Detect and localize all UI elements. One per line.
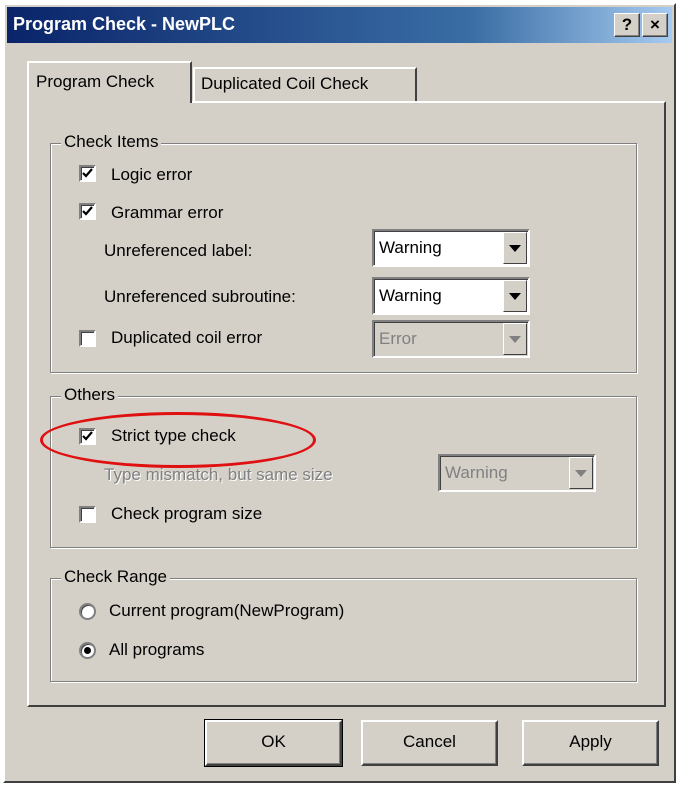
- unreferenced-subroutine-value: Warning: [379, 286, 442, 305]
- window-title: Program Check - NewPLC: [13, 14, 236, 34]
- grammar-error-label[interactable]: Grammar error: [111, 203, 223, 223]
- tab-program-check[interactable]: Program Check: [27, 61, 192, 103]
- all-programs-label[interactable]: All programs: [109, 640, 204, 660]
- duplicated-coil-value: Error: [379, 329, 417, 348]
- checkmark-icon: [82, 431, 93, 441]
- chevron-down-icon[interactable]: [503, 232, 527, 264]
- checkmark-icon: [82, 168, 93, 178]
- radio-selected-dot: [84, 647, 91, 654]
- radio-current-program[interactable]: [79, 603, 96, 620]
- check-items-legend: Check Items: [61, 132, 162, 152]
- type-mismatch-select: Warning: [438, 454, 596, 492]
- chevron-down-icon[interactable]: [503, 280, 527, 312]
- title-bar[interactable]: Program Check - NewPLC ? ×: [7, 7, 672, 43]
- current-program-label[interactable]: Current program(NewProgram): [109, 601, 344, 621]
- duplicated-coil-checkbox[interactable]: [79, 330, 96, 347]
- logic-error-checkbox[interactable]: [79, 165, 96, 182]
- duplicated-coil-label[interactable]: Duplicated coil error: [111, 328, 262, 348]
- close-button[interactable]: ×: [642, 13, 668, 37]
- chevron-down-icon: [503, 323, 527, 355]
- cancel-button[interactable]: Cancel: [361, 720, 498, 766]
- check-range-legend: Check Range: [61, 567, 171, 587]
- type-mismatch-value: Warning: [445, 463, 508, 482]
- ok-button[interactable]: OK: [204, 719, 343, 767]
- duplicated-coil-select: Error: [372, 320, 530, 358]
- type-mismatch-label: Type mismatch, but same size: [104, 465, 333, 484]
- program-size-label[interactable]: Check program size: [111, 504, 262, 524]
- checkmark-icon: [82, 206, 93, 216]
- grammar-error-checkbox[interactable]: [79, 203, 96, 220]
- apply-button[interactable]: Apply: [522, 720, 659, 766]
- others-legend: Others: [61, 385, 119, 405]
- radio-all-programs[interactable]: [79, 642, 96, 659]
- unreferenced-label-label: Unreferenced label:: [104, 241, 253, 260]
- logic-error-label[interactable]: Logic error: [111, 165, 192, 185]
- strict-type-label[interactable]: Strict type check: [111, 426, 236, 446]
- strict-type-checkbox[interactable]: [79, 428, 96, 445]
- unreferenced-subroutine-label: Unreferenced subroutine:: [104, 287, 296, 306]
- chevron-down-icon: [569, 457, 593, 489]
- program-size-checkbox[interactable]: [79, 506, 96, 523]
- unreferenced-label-select[interactable]: Warning: [372, 229, 530, 267]
- tab-duplicated-coil-check[interactable]: Duplicated Coil Check: [193, 67, 417, 101]
- help-button[interactable]: ?: [614, 13, 640, 37]
- check-range-group: [50, 578, 637, 682]
- unreferenced-label-value: Warning: [379, 238, 442, 257]
- unreferenced-subroutine-select[interactable]: Warning: [372, 277, 530, 315]
